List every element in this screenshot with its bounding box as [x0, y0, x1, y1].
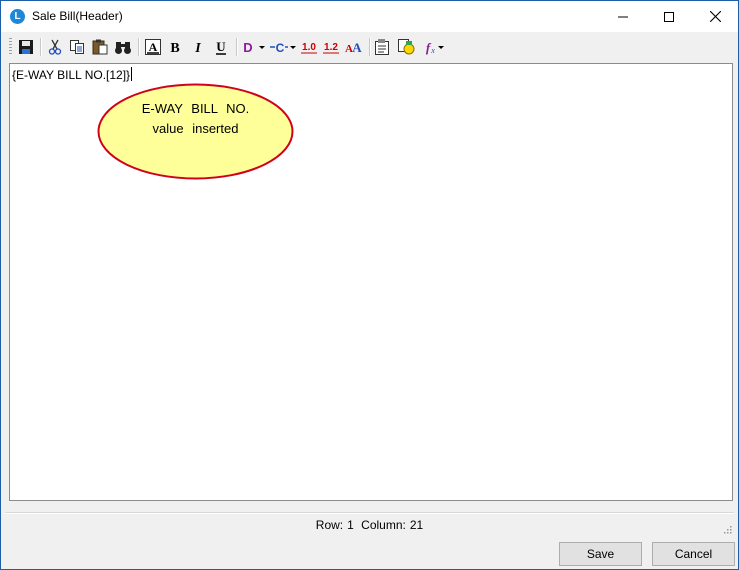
- font-color-icon: A: [145, 39, 161, 55]
- font-color-button[interactable]: A: [143, 37, 163, 57]
- svg-text:1.0: 1.0: [302, 42, 316, 53]
- title-bar: L Sale Bill(Header): [1, 1, 738, 32]
- svg-text:D: D: [243, 40, 252, 55]
- close-button[interactable]: [692, 1, 738, 32]
- field-c-dropdown[interactable]: C: [269, 37, 297, 57]
- bold-button[interactable]: B: [165, 37, 185, 57]
- decimal-two-icon: 1.2: [323, 42, 339, 54]
- text-editor[interactable]: {E-WAY BILL NO.[12]} E-WAY BILL NO. valu…: [9, 63, 733, 501]
- app-icon: L: [10, 9, 25, 24]
- function-icon: fx: [426, 40, 444, 55]
- scissors-icon: [48, 39, 62, 55]
- toolbar-separator: [40, 38, 42, 56]
- dialog-window: L Sale Bill(Header) A B I U D C 1.0 1.2 …: [0, 0, 739, 570]
- underline-icon: U: [216, 39, 226, 55]
- field-c-icon: C: [270, 41, 296, 55]
- close-icon: [709, 11, 721, 22]
- minimize-button[interactable]: [600, 1, 646, 32]
- find-button[interactable]: [113, 37, 133, 57]
- status-bar: Row: 1 Column: 21: [1, 518, 738, 534]
- decimal-10-button[interactable]: 1.0: [299, 37, 319, 57]
- svg-text:I: I: [194, 41, 201, 55]
- properties-button[interactable]: [373, 37, 393, 57]
- bold-icon: B: [170, 41, 179, 55]
- save-button[interactable]: Save: [559, 542, 642, 566]
- copy-icon: [70, 40, 84, 54]
- underline-button[interactable]: U: [211, 37, 231, 57]
- decimal-one-icon: 1.0: [301, 42, 317, 54]
- binoculars-icon: [115, 42, 131, 54]
- column-value: 21: [409, 518, 424, 532]
- svg-text:x: x: [430, 46, 435, 55]
- toolbar-grip[interactable]: [9, 38, 12, 56]
- case-icon: AA: [345, 40, 362, 55]
- insert-field-button[interactable]: [396, 37, 416, 57]
- resize-grip[interactable]: [722, 521, 732, 534]
- svg-text:U: U: [216, 39, 226, 54]
- save-file-button[interactable]: [16, 37, 36, 57]
- function-dropdown[interactable]: fx: [420, 37, 446, 57]
- minimize-icon: [618, 16, 628, 17]
- cut-button[interactable]: [45, 37, 65, 57]
- properties-icon: [375, 39, 389, 55]
- svg-text:C: C: [276, 41, 285, 55]
- italic-icon: I: [194, 41, 201, 55]
- field-d-dropdown[interactable]: D: [241, 37, 267, 57]
- insert-field-icon: [398, 39, 415, 55]
- copy-button[interactable]: [67, 37, 87, 57]
- editor-content: {E-WAY BILL NO.[12]}: [12, 67, 133, 82]
- svg-text:B: B: [170, 41, 179, 55]
- window-title: Sale Bill(Header): [32, 9, 123, 23]
- toolbar-separator: [236, 38, 238, 56]
- editor-text-line: {E-WAY BILL NO.[12]}: [12, 68, 131, 82]
- column-label: Column:: [361, 518, 406, 532]
- resize-grip-icon: [724, 526, 732, 534]
- clipboard-icon: [92, 39, 108, 55]
- cancel-button[interactable]: Cancel: [652, 542, 735, 566]
- decimal-12-button[interactable]: 1.2: [321, 37, 341, 57]
- annotation-callout: E-WAY BILL NO. value inserted: [97, 83, 294, 180]
- status-divider: [5, 512, 734, 514]
- paste-button[interactable]: [90, 37, 110, 57]
- callout-line-1: E-WAY BILL NO.: [141, 101, 250, 116]
- svg-text:1.2: 1.2: [324, 42, 338, 53]
- toolbar-separator: [138, 38, 140, 56]
- row-value: 1: [347, 518, 354, 532]
- italic-button[interactable]: I: [188, 37, 208, 57]
- floppy-disk-icon: [19, 40, 33, 54]
- row-label: Row:: [315, 518, 344, 532]
- maximize-icon: [664, 11, 674, 22]
- field-d-icon: D: [243, 40, 265, 55]
- maximize-button[interactable]: [646, 1, 692, 32]
- toolbar: A B I U D C 1.0 1.2 AA f x: [1, 32, 738, 62]
- callout-line-2: value inserted: [152, 121, 239, 136]
- svg-text:A: A: [149, 40, 158, 54]
- svg-text:A: A: [352, 40, 362, 55]
- text-caret: [131, 67, 133, 81]
- case-button[interactable]: AA: [344, 37, 364, 57]
- toolbar-separator: [369, 38, 371, 56]
